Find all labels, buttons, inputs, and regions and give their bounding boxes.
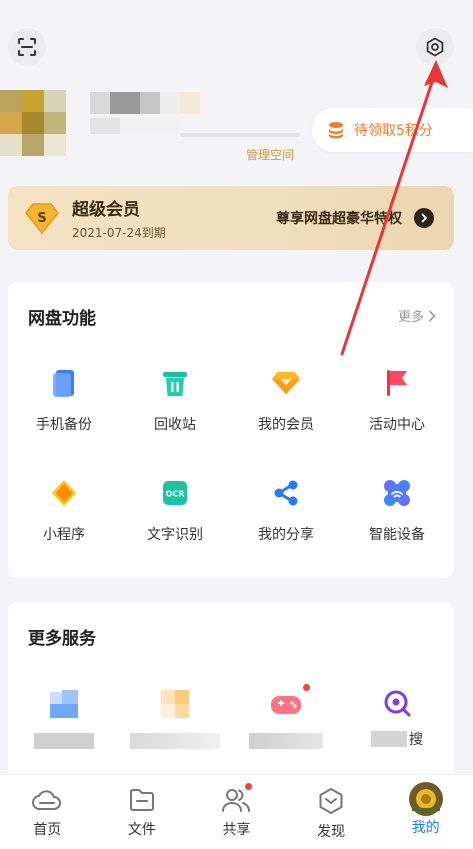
bottom-tab-bar: 首页 文件 共享 发现 我的 — [0, 774, 473, 849]
feature-ocr[interactable]: OCR 文字识别 — [119, 478, 231, 544]
tab-label: 首页 — [33, 822, 62, 838]
mini-program-icon — [52, 480, 76, 506]
avatar[interactable] — [0, 90, 66, 156]
tab-label: 共享 — [222, 822, 251, 838]
features-title: 网盘功能 — [28, 309, 96, 329]
share-icon — [274, 480, 298, 506]
feature-activity-center[interactable]: 活动中心 — [341, 368, 453, 434]
chevron-right-icon — [429, 310, 436, 321]
feature-label: 文字识别 — [147, 527, 203, 543]
svg-text:S: S — [37, 211, 46, 226]
feature-my-vip[interactable]: 我的会员 — [230, 368, 342, 434]
service-label — [130, 732, 220, 750]
scan-icon — [18, 38, 36, 56]
flag-icon — [387, 370, 407, 396]
cloud-icon — [32, 790, 62, 810]
people-icon — [222, 789, 251, 812]
phone-backup-icon — [53, 370, 74, 397]
avatar-icon — [408, 782, 443, 816]
more-label: 更多 — [397, 310, 424, 325]
tab-discover[interactable]: 发现 — [284, 775, 379, 849]
settings-button[interactable] — [416, 28, 454, 66]
vip-go-button[interactable] — [414, 208, 434, 228]
tab-label: 发现 — [317, 824, 346, 840]
feature-label: 智能设备 — [369, 527, 425, 543]
game-icon — [271, 696, 301, 714]
feature-smart-device[interactable]: 智能设备 — [341, 478, 453, 544]
feature-label: 回收站 — [154, 417, 196, 433]
vip-title: 超级会员 — [72, 200, 140, 220]
discover-icon — [319, 788, 343, 814]
ocr-icon: OCR — [163, 481, 187, 505]
chevron-right-icon — [421, 213, 428, 223]
feature-label: 小程序 — [43, 527, 85, 543]
feature-label: 我的分享 — [258, 527, 314, 543]
vip-card[interactable]: S 超级会员 2021-07-24到期 尊享网盘超豪华特权 — [8, 186, 454, 250]
service-item[interactable] — [8, 688, 120, 750]
service-item[interactable] — [230, 684, 342, 750]
vip-badge-icon: S — [25, 203, 59, 235]
feature-label: 我的会员 — [258, 417, 314, 433]
feature-my-share[interactable]: 我的分享 — [230, 478, 342, 544]
features-more-link[interactable]: 更多 — [398, 306, 436, 325]
username — [90, 92, 210, 114]
services-title: 更多服务 — [28, 629, 96, 649]
feature-recycle-bin[interactable]: 回收站 — [119, 368, 231, 434]
feature-label: 手机备份 — [36, 417, 92, 433]
service-label — [249, 732, 323, 750]
tab-home[interactable]: 首页 — [0, 775, 95, 849]
feature-label: 活动中心 — [369, 417, 425, 433]
search-icon — [384, 690, 411, 717]
service-item[interactable] — [119, 688, 231, 750]
vip-expiry: 2021-07-24到期 — [72, 226, 166, 240]
svg-text:OCR: OCR — [166, 490, 185, 499]
user-info — [90, 118, 180, 134]
points-text: 待领取5积分 — [354, 123, 433, 139]
points-pill[interactable]: 待领取5积分 — [312, 108, 473, 152]
storage-quota-bar — [180, 133, 300, 137]
manage-space-link[interactable]: 管理空间 — [246, 146, 294, 163]
folder-icon — [50, 690, 78, 718]
trash-icon — [163, 372, 187, 396]
settings-icon — [426, 37, 444, 57]
tab-label: 我的 — [411, 820, 440, 836]
coins-icon — [329, 122, 343, 139]
diamond-icon — [272, 372, 300, 394]
smart-device-icon — [384, 480, 410, 506]
notification-dot — [303, 684, 310, 691]
service-item[interactable]: 搜 — [341, 688, 453, 748]
features-panel: 网盘功能 更多 手机备份 回收站 我的会员 活动中心 小程序 OCR 文字识别 … — [8, 282, 454, 578]
feature-phone-backup[interactable]: 手机备份 — [8, 368, 120, 434]
vip-promo: 尊享网盘超豪华特权 — [276, 211, 402, 227]
tab-share[interactable]: 共享 — [189, 775, 284, 849]
tab-me[interactable]: 我的 — [378, 775, 473, 849]
tab-files[interactable]: 文件 — [95, 775, 190, 849]
file-icon — [129, 789, 154, 811]
scan-button[interactable] — [8, 28, 46, 66]
feature-mini-program[interactable]: 小程序 — [8, 478, 120, 544]
services-panel: 更多服务 搜 — [8, 602, 454, 792]
tab-label: 文件 — [127, 822, 156, 838]
service-label — [34, 732, 94, 750]
service-label: 搜 — [371, 730, 423, 748]
service-icon — [161, 690, 189, 718]
